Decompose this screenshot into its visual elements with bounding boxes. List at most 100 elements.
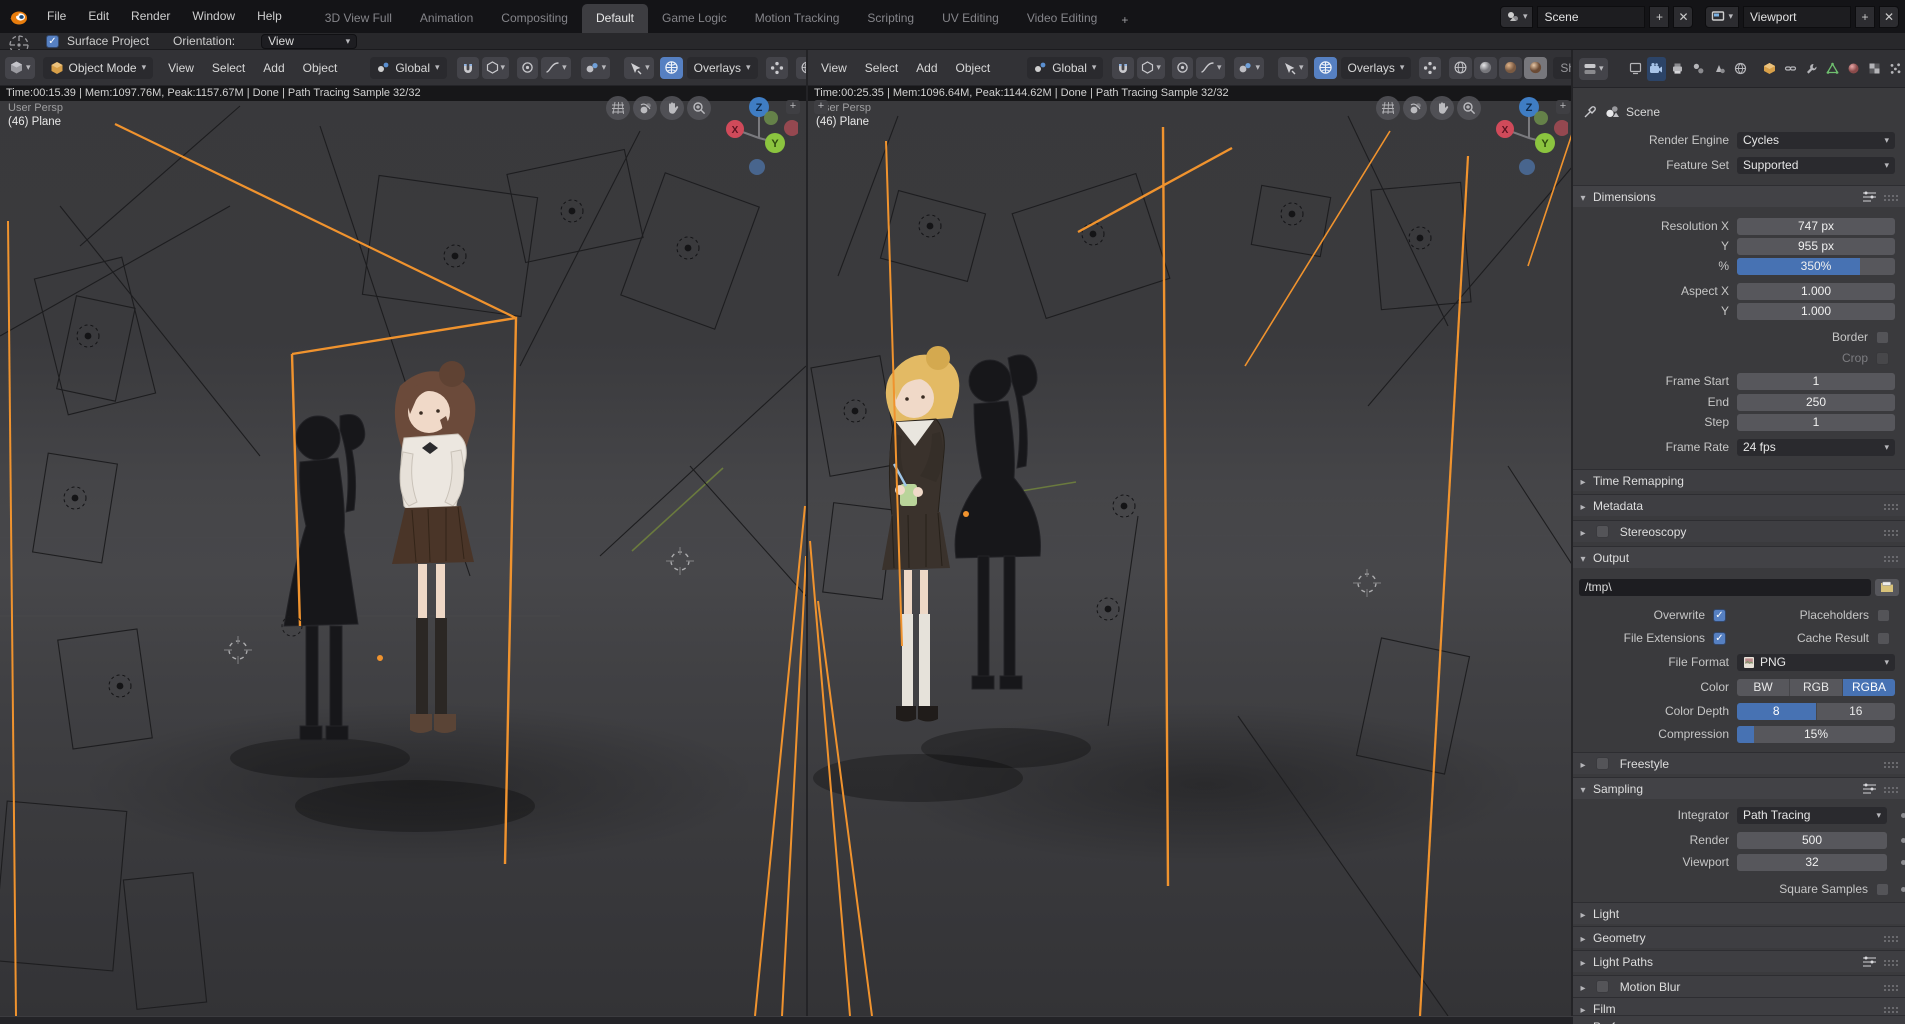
tab-constraints[interactable] xyxy=(1781,57,1800,81)
gizmo-dropdown[interactable]: ▾ xyxy=(624,57,654,79)
shading-wireframe-button[interactable] xyxy=(1449,57,1472,79)
pivot-point-dropdown[interactable]: ▾ xyxy=(1234,57,1264,79)
frame-rate-dropdown[interactable]: 24 fps▾ xyxy=(1737,439,1895,456)
scene-name-field[interactable]: Scene xyxy=(1537,6,1645,28)
browse-folder-button[interactable] xyxy=(1875,579,1899,596)
tab-render[interactable] xyxy=(1647,57,1666,81)
viewport-name-field[interactable]: Viewport xyxy=(1743,6,1851,28)
menu-select[interactable]: Select xyxy=(856,61,907,75)
scene-browse-button[interactable]: ▾ xyxy=(1500,6,1534,28)
tab-data[interactable] xyxy=(1823,57,1842,81)
selected-empty-dot[interactable] xyxy=(377,655,383,661)
menu-object[interactable]: Object xyxy=(947,61,1000,75)
menu-add[interactable]: Add xyxy=(254,61,293,75)
grid-toggle-button[interactable] xyxy=(1376,96,1400,120)
menu-render[interactable]: Render xyxy=(120,0,181,33)
tab-object[interactable] xyxy=(1760,57,1779,81)
gizmos-toggle[interactable] xyxy=(1419,57,1441,79)
snap-toggle[interactable] xyxy=(1112,57,1134,79)
section-light-paths[interactable]: ▸Light Paths xyxy=(1573,950,1905,972)
proportional-falloff-dropdown[interactable]: ▾ xyxy=(541,57,571,79)
animate-dot-icon[interactable] xyxy=(1901,813,1905,818)
drag-grip-icon[interactable] xyxy=(1883,959,1899,966)
drag-grip-icon[interactable] xyxy=(1883,194,1899,201)
integrator-dropdown[interactable]: Path Tracing▾ xyxy=(1737,807,1887,824)
orbit-button[interactable] xyxy=(1403,96,1427,120)
mode-dropdown[interactable]: Object Mode ▾ xyxy=(43,57,154,79)
drag-grip-icon[interactable] xyxy=(1883,529,1899,536)
tab-motion-tracking[interactable]: Motion Tracking xyxy=(741,4,854,33)
proportional-falloff-dropdown[interactable]: ▾ xyxy=(1196,57,1226,79)
menu-edit[interactable]: Edit xyxy=(77,0,120,33)
motion-blur-checkbox[interactable] xyxy=(1596,980,1609,993)
transform-orientation-dropdown[interactable]: Global ▾ xyxy=(370,57,446,79)
depth-16-button[interactable]: 16 xyxy=(1817,703,1896,720)
viewport-browse-button[interactable]: ▾ xyxy=(1705,6,1739,28)
add-workspace-button[interactable]: + xyxy=(1111,6,1138,33)
editor-type-dropdown[interactable]: ▾ xyxy=(5,57,35,79)
transform-orientation-dropdown[interactable]: Global ▾ xyxy=(1027,57,1103,79)
drag-grip-icon[interactable] xyxy=(1883,555,1899,562)
character-silhouette-right[interactable] xyxy=(955,355,1040,689)
square-samples-checkbox[interactable] xyxy=(1876,883,1889,896)
editor-type-dropdown[interactable]: ▾ xyxy=(1579,58,1608,80)
color-rgb-button[interactable]: RGB xyxy=(1790,679,1843,696)
tab-3d-view-full[interactable]: 3D View Full xyxy=(311,4,406,33)
shading-wireframe-button[interactable] xyxy=(796,57,806,79)
pan-button[interactable] xyxy=(1430,96,1454,120)
presets-icon[interactable] xyxy=(1862,190,1877,203)
placeholders-checkbox[interactable] xyxy=(1877,609,1890,622)
gizmo-dropdown[interactable]: ▾ xyxy=(1278,57,1308,79)
drag-grip-icon[interactable] xyxy=(1883,1006,1899,1013)
selected-object-outline[interactable] xyxy=(8,124,806,1016)
drag-grip-icon[interactable] xyxy=(1883,935,1899,942)
viewport-right[interactable]: View Select Add Object Global ▾ ▾ ▾ xyxy=(808,50,1573,1016)
overwrite-checkbox[interactable]: ✓ xyxy=(1713,609,1726,622)
shading-rendered-button[interactable] xyxy=(1524,57,1547,79)
color-rgba-button[interactable]: RGBA xyxy=(1843,679,1895,696)
sidebar-expand-button[interactable]: + xyxy=(1556,100,1570,114)
tab-material[interactable] xyxy=(1844,57,1863,81)
file-format-dropdown[interactable]: PNG ▾ xyxy=(1737,654,1895,671)
gizmos-toggle[interactable] xyxy=(766,57,788,79)
feature-set-dropdown[interactable]: Supported▾ xyxy=(1737,157,1895,174)
compression-slider[interactable]: 15% xyxy=(1737,726,1895,743)
scene-add-button[interactable]: + xyxy=(1649,6,1669,28)
snap-target-dropdown[interactable]: ▾ xyxy=(1137,57,1165,79)
pivot-point-dropdown[interactable]: ▾ xyxy=(581,57,611,79)
show-overlays-toggle[interactable] xyxy=(660,57,683,79)
tab-world[interactable] xyxy=(1731,57,1750,81)
section-freestyle[interactable]: ▸ Freestyle xyxy=(1573,752,1905,774)
freestyle-checkbox[interactable] xyxy=(1596,757,1609,770)
stereoscopy-checkbox[interactable] xyxy=(1596,525,1609,538)
resolution-y-field[interactable]: 955 px xyxy=(1737,238,1895,255)
file-extensions-checkbox[interactable]: ✓ xyxy=(1713,632,1726,645)
proportional-editing-toggle[interactable] xyxy=(517,57,538,79)
animate-dot-icon[interactable] xyxy=(1901,887,1905,892)
section-geometry[interactable]: ▸Geometry xyxy=(1573,926,1905,948)
zoom-button[interactable] xyxy=(687,96,711,120)
frame-step-field[interactable]: 1 xyxy=(1737,414,1895,431)
pan-button[interactable] xyxy=(660,96,684,120)
tab-view-layer[interactable] xyxy=(1689,57,1708,81)
tab-default[interactable]: Default xyxy=(582,4,648,33)
tab-scripting[interactable]: Scripting xyxy=(853,4,928,33)
frame-start-field[interactable]: 1 xyxy=(1737,373,1895,390)
viewport-left[interactable]: ▾ Object Mode ▾ View Select Add Object G… xyxy=(0,50,806,1016)
drag-grip-icon[interactable] xyxy=(1883,786,1899,793)
section-performance[interactable]: ▸Performance xyxy=(1573,1015,1905,1024)
lamp-icons[interactable] xyxy=(64,200,699,697)
aspect-y-field[interactable]: 1.000 xyxy=(1737,303,1895,320)
menu-object[interactable]: Object xyxy=(294,61,347,75)
tab-video-editing[interactable]: Video Editing xyxy=(1013,4,1112,33)
snap-toggle[interactable] xyxy=(457,57,479,79)
render-engine-dropdown[interactable]: Cycles▾ xyxy=(1737,132,1895,149)
aspect-x-field[interactable]: 1.000 xyxy=(1737,283,1895,300)
drag-grip-icon[interactable] xyxy=(1883,503,1899,510)
surface-project-checkbox[interactable]: ✓ xyxy=(46,35,59,48)
zoom-button[interactable] xyxy=(1457,96,1481,120)
menu-select[interactable]: Select xyxy=(203,61,254,75)
selected-empty-dot[interactable] xyxy=(963,511,969,517)
tab-scene[interactable] xyxy=(1710,57,1729,81)
depth-8-button[interactable]: 8 xyxy=(1737,703,1817,720)
